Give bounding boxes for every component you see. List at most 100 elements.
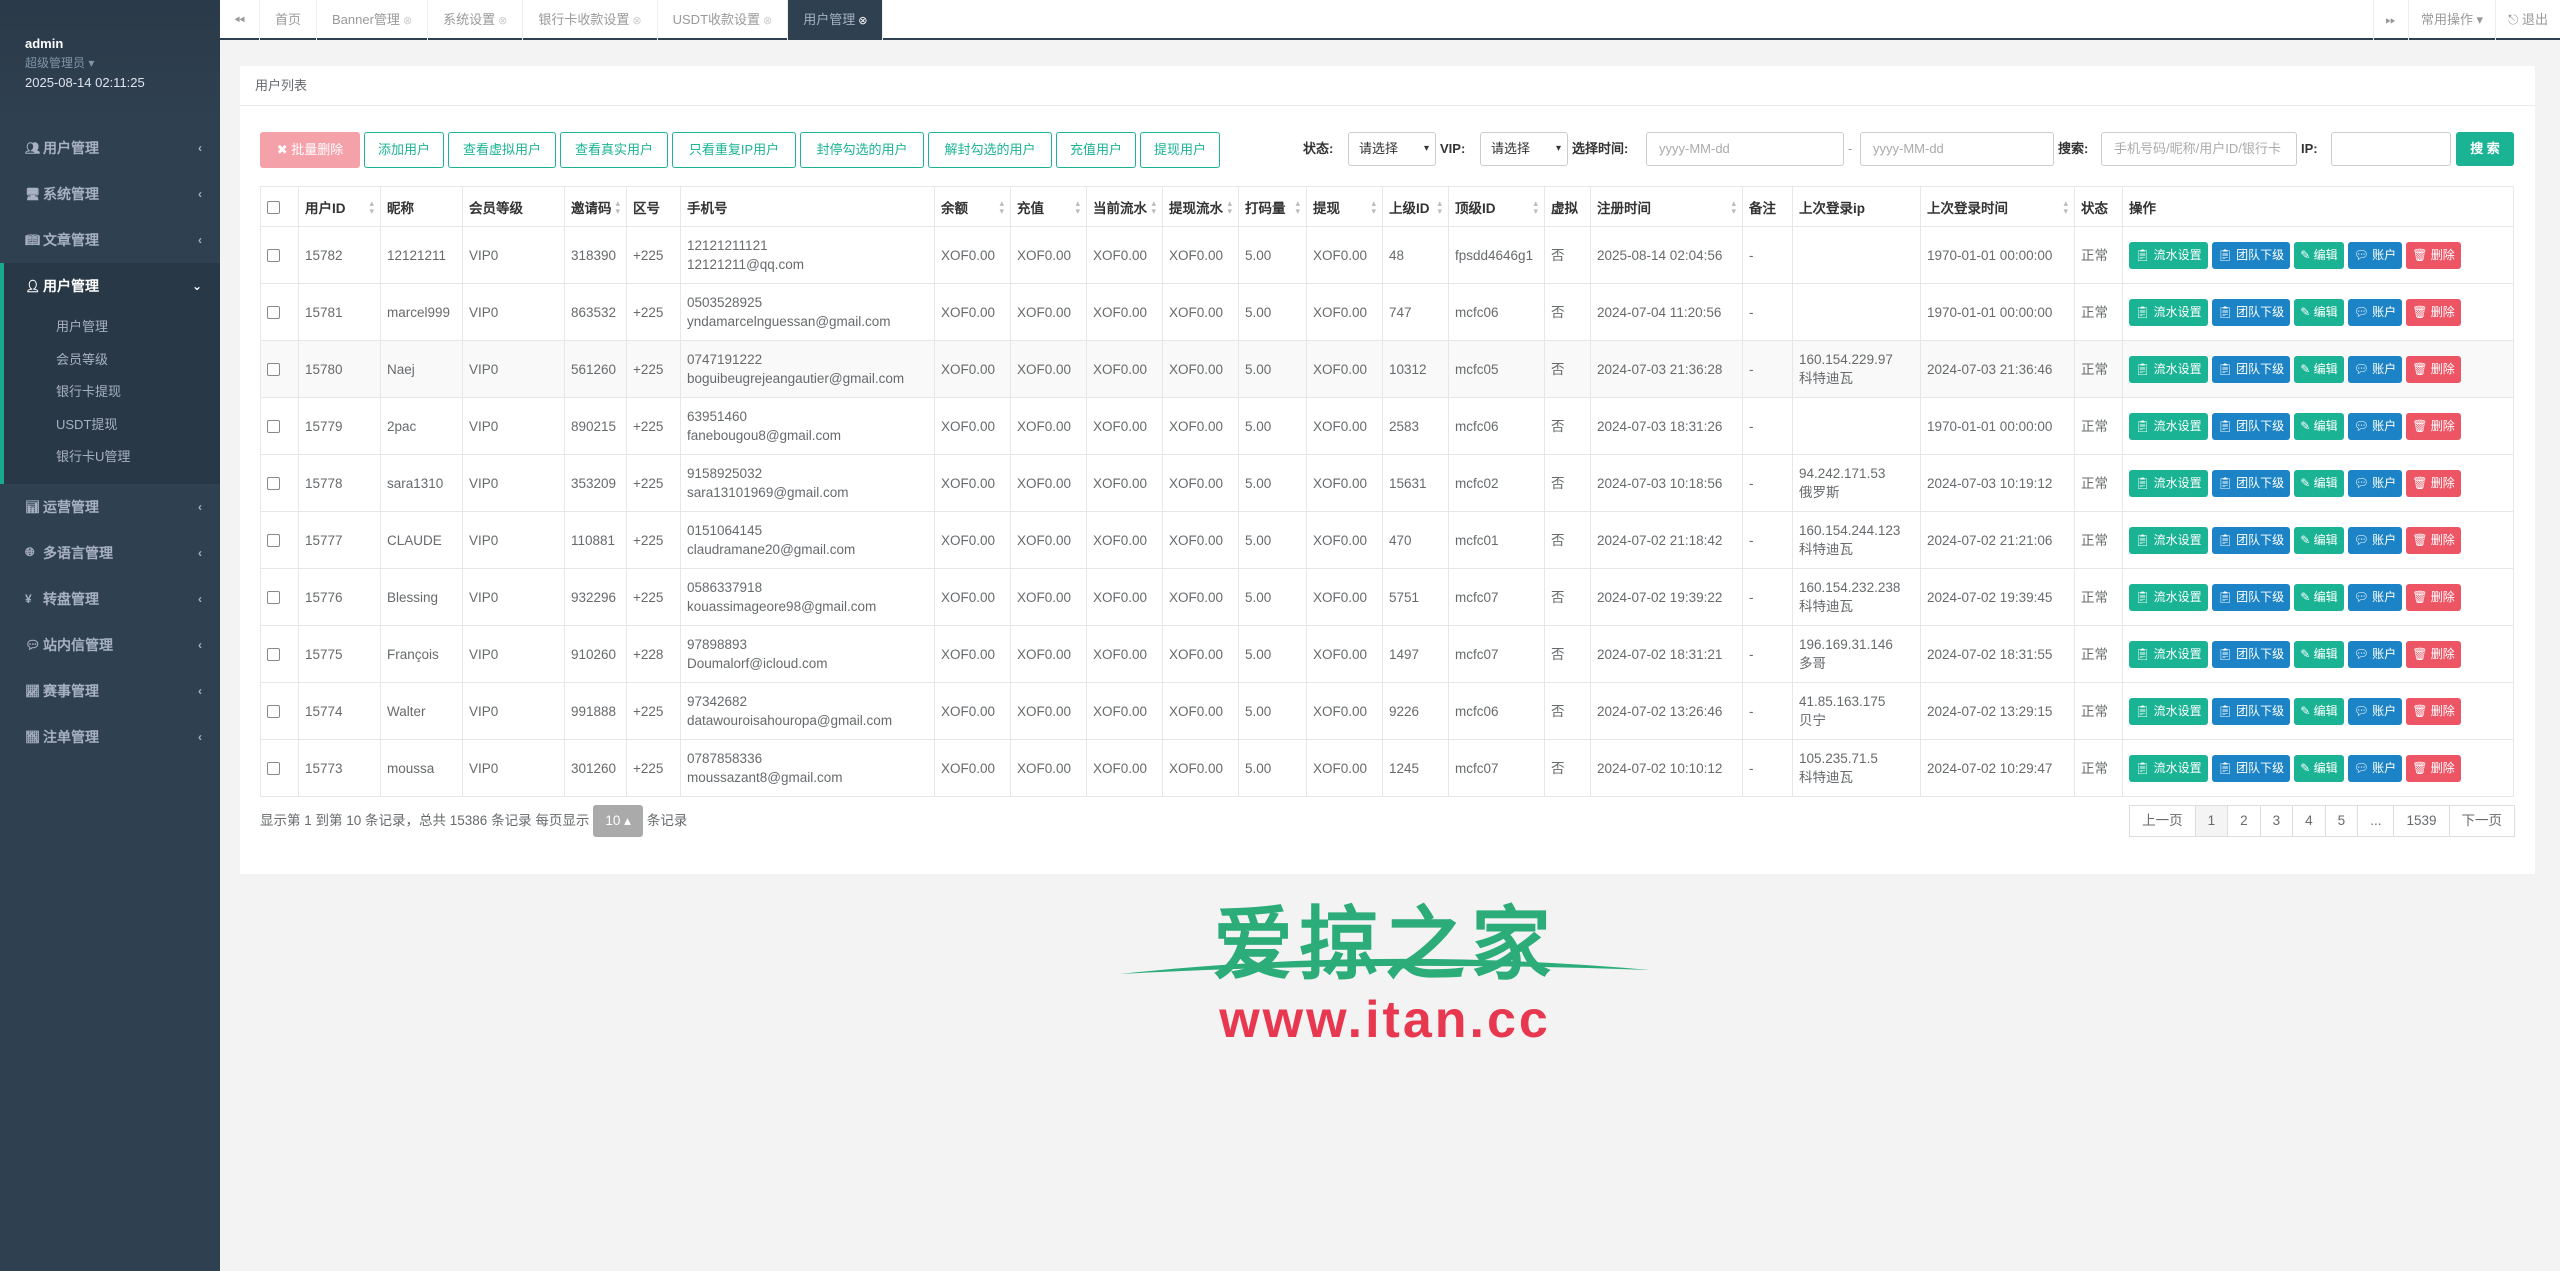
sidebar-item-5[interactable]: 🌐︎ 多语言管理 ‹ (0, 530, 220, 576)
edit-button[interactable]: ✎ 编辑 (2294, 640, 2344, 668)
column-header-7[interactable]: 充值 ▴ ▾ (1010, 186, 1087, 227)
page-button-4[interactable]: 4 (2292, 805, 2326, 837)
close-icon[interactable]: ⊗ (498, 15, 507, 27)
submenu-item-3[interactable]: USDT提现 (4, 409, 220, 442)
sidebar-item-9[interactable]: 📉︎ 注单管理 ‹ (0, 714, 220, 760)
edit-button[interactable]: ✎ 编辑 (2294, 754, 2344, 782)
sidebar-item-3[interactable]: 👤︎ 用户管理 ⌄ (0, 263, 220, 309)
close-icon[interactable]: ⊗ (632, 15, 641, 27)
sidebar-item-1[interactable]: 🖥︎ 系统管理 ‹ (0, 171, 220, 217)
delete-button[interactable]: 🗑︎ 删除 (2406, 583, 2461, 611)
flow-settings-button[interactable]: 📋︎ 流水设置 (2129, 241, 2208, 269)
column-header-3[interactable]: 邀请码 ▴ ▾ (564, 186, 627, 227)
view-virtual-users-button[interactable]: 查看虚拟用户 (448, 132, 556, 168)
edit-button[interactable]: ✎ 编辑 (2294, 298, 2344, 326)
page-button-8[interactable]: 下一页 (2448, 805, 2515, 837)
team-subordinates-button[interactable]: 📋︎ 团队下级 (2211, 241, 2291, 269)
row-checkbox[interactable] (267, 249, 280, 263)
delete-button[interactable]: 🗑︎ 删除 (2406, 298, 2461, 326)
row-checkbox[interactable] (267, 705, 280, 719)
page-button-0[interactable]: 上一页 (2129, 805, 2196, 837)
account-button[interactable]: 💬︎ 账户 (2347, 583, 2403, 611)
select-all-checkbox[interactable] (267, 200, 280, 214)
team-subordinates-button[interactable]: 📋︎ 团队下级 (2211, 469, 2291, 497)
duplicate-ip-users-button[interactable]: 只看重复IP用户 (672, 132, 796, 168)
row-checkbox[interactable] (267, 477, 280, 491)
column-header-13[interactable]: 顶级ID ▴ ▾ (1448, 186, 1545, 227)
account-button[interactable]: 💬︎ 账户 (2347, 640, 2403, 668)
page-button-1[interactable]: 1 (2194, 805, 2229, 837)
delete-button[interactable]: 🗑︎ 删除 (2406, 355, 2461, 383)
tabs-scroll-right-button[interactable]: ⏩︎ (2372, 0, 2408, 40)
edit-button[interactable]: ✎ 编辑 (2294, 355, 2344, 383)
team-subordinates-button[interactable]: 📋︎ 团队下级 (2211, 697, 2291, 725)
add-user-button[interactable]: 添加用户 (364, 132, 444, 168)
edit-button[interactable]: ✎ 编辑 (2294, 469, 2344, 497)
delete-button[interactable]: 🗑︎ 删除 (2406, 526, 2461, 554)
team-subordinates-button[interactable]: 📋︎ 团队下级 (2211, 412, 2291, 440)
edit-button[interactable]: ✎ 编辑 (2294, 526, 2344, 554)
flow-settings-button[interactable]: 📋︎ 流水设置 (2129, 298, 2208, 326)
sidebar-item-6[interactable]: ¥ 转盘管理 ‹ (0, 576, 220, 622)
row-checkbox[interactable] (267, 534, 280, 548)
common-ops-dropdown[interactable]: 常用操作 ▾ (2407, 0, 2495, 40)
flow-settings-button[interactable]: 📋︎ 流水设置 (2129, 583, 2208, 611)
edit-button[interactable]: ✎ 编辑 (2294, 583, 2344, 611)
row-checkbox[interactable] (267, 591, 280, 605)
delete-button[interactable]: 🗑︎ 删除 (2406, 754, 2461, 782)
edit-button[interactable]: ✎ 编辑 (2294, 697, 2344, 725)
sidebar-item-7[interactable]: 💬︎ 站内信管理 ‹ (0, 622, 220, 668)
team-subordinates-button[interactable]: 📋︎ 团队下级 (2211, 754, 2291, 782)
account-button[interactable]: 💬︎ 账户 (2347, 412, 2403, 440)
flow-settings-button[interactable]: 📋︎ 流水设置 (2129, 469, 2208, 497)
row-checkbox[interactable] (267, 420, 280, 434)
team-subordinates-button[interactable]: 📋︎ 团队下级 (2211, 355, 2291, 383)
column-header-0[interactable]: 用户ID ▴ ▾ (298, 186, 381, 227)
submenu-item-2[interactable]: 银行卡提现 (4, 376, 220, 409)
status-select[interactable]: 请选择 ▾ (1348, 132, 1436, 166)
start-date-input[interactable]: yyyy-MM-dd (1646, 132, 1844, 166)
tab-2[interactable]: 系统设置 ⊗ (428, 0, 524, 40)
account-button[interactable]: 💬︎ 账户 (2347, 241, 2403, 269)
delete-button[interactable]: 🗑︎ 删除 (2406, 412, 2461, 440)
tabs-scroll-left-button[interactable]: ⏪︎ (220, 0, 260, 40)
submenu-item-4[interactable]: 银行卡U管理 (4, 441, 220, 474)
column-header-10[interactable]: 打码量 ▴ ▾ (1238, 186, 1307, 227)
account-button[interactable]: 💬︎ 账户 (2347, 526, 2403, 554)
ip-input[interactable] (2331, 132, 2451, 166)
sidebar-item-8[interactable]: 📈︎ 赛事管理 ‹ (0, 668, 220, 714)
view-real-users-button[interactable]: 查看真实用户 (560, 132, 668, 168)
edit-button[interactable]: ✎ 编辑 (2294, 412, 2344, 440)
delete-button[interactable]: 🗑︎ 删除 (2406, 640, 2461, 668)
page-size-dropdown[interactable]: 10 ▴ (593, 805, 643, 837)
ban-selected-button[interactable]: 封停勾选的用户 (800, 132, 924, 168)
tab-4[interactable]: USDT收款设置 ⊗ (658, 0, 789, 40)
logout-button[interactable]: ⎋ 退出 (2495, 0, 2560, 40)
flow-settings-button[interactable]: 📋︎ 流水设置 (2129, 526, 2208, 554)
flow-settings-button[interactable]: 📋︎ 流水设置 (2129, 754, 2208, 782)
flow-settings-button[interactable]: 📋︎ 流水设置 (2129, 640, 2208, 668)
column-header-11[interactable]: 提现 ▴ ▾ (1306, 186, 1383, 227)
role-dropdown[interactable]: 超级管理员 ▾ (25, 54, 220, 71)
tab-1[interactable]: Banner管理 ⊗ (317, 0, 429, 40)
row-checkbox[interactable] (267, 762, 280, 776)
sidebar-item-2[interactable]: 📖︎ 文章管理 ‹ (0, 217, 220, 263)
sidebar-item-0[interactable]: 👥︎ 用户管理 ‹ (0, 125, 220, 171)
team-subordinates-button[interactable]: 📋︎ 团队下级 (2211, 583, 2291, 611)
page-button-3[interactable]: 3 (2259, 805, 2294, 837)
page-scrollbar[interactable] (2535, 40, 2560, 1271)
tab-0[interactable]: 首页 (260, 0, 318, 40)
team-subordinates-button[interactable]: 📋︎ 团队下级 (2211, 526, 2291, 554)
flow-settings-button[interactable]: 📋︎ 流水设置 (2129, 355, 2208, 383)
delete-button[interactable]: 🗑︎ 删除 (2406, 469, 2461, 497)
page-button-2[interactable]: 2 (2227, 805, 2261, 837)
tab-5[interactable]: 用户管理 ⊗ (788, 0, 884, 40)
recharge-users-button[interactable]: 充值用户 (1056, 132, 1136, 168)
batch-delete-button[interactable]: ✖ 批量删除 (260, 132, 360, 168)
search-input[interactable]: 手机号码/昵称/用户ID/银行卡 (2101, 132, 2297, 166)
close-icon[interactable]: ⊗ (403, 15, 412, 27)
column-header-15[interactable]: 注册时间 ▴ ▾ (1590, 186, 1743, 227)
vip-select[interactable]: 请选择 ▾ (1480, 132, 1568, 166)
edit-button[interactable]: ✎ 编辑 (2294, 241, 2344, 269)
column-header-6[interactable]: 余额 ▴ ▾ (934, 186, 1011, 227)
